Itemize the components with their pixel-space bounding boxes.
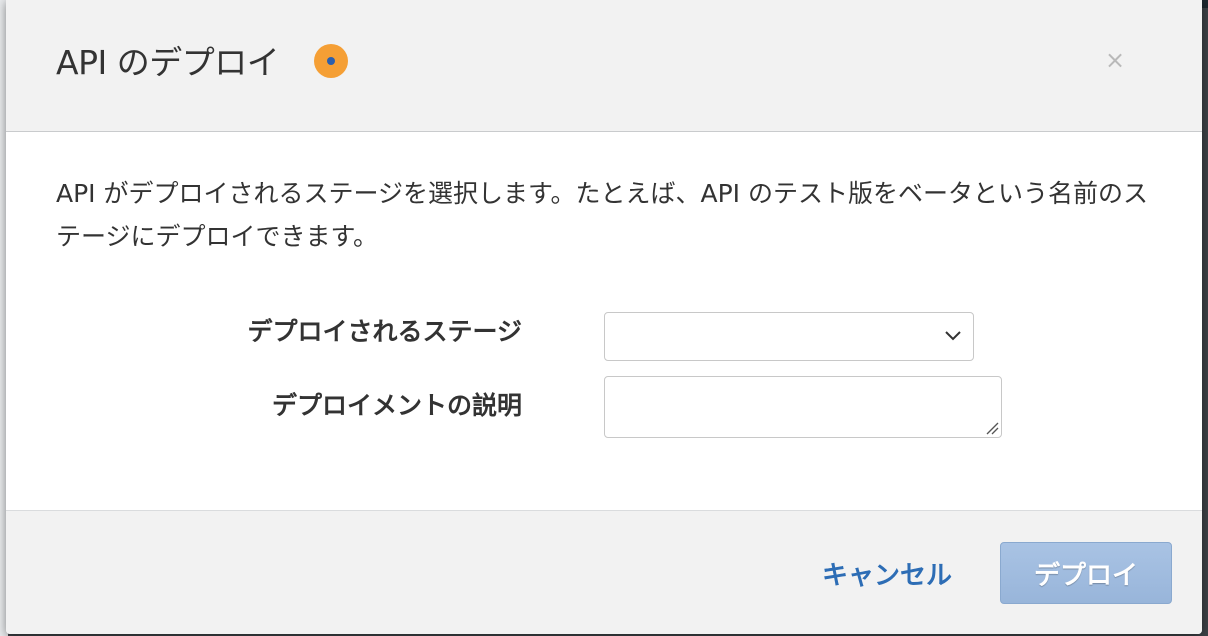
deployment-description-label: デプロイメントの説明: [271, 391, 522, 420]
deploy-api-modal: API のデプロイ × API がデプロイされるステージを選択します。たとえば、…: [6, 0, 1202, 634]
modal-header: API のデプロイ ×: [6, 0, 1202, 132]
chevron-down-icon: [945, 331, 961, 341]
resize-grip-icon[interactable]: [985, 421, 999, 435]
stage-select[interactable]: [604, 312, 974, 361]
info-icon[interactable]: [314, 44, 348, 78]
deployment-description-input[interactable]: [604, 376, 1002, 438]
modal-footer: キャンセル デプロイ: [6, 510, 1202, 634]
modal-title: API のデプロイ: [56, 43, 280, 82]
deploy-button[interactable]: デプロイ: [1000, 542, 1172, 604]
cancel-button[interactable]: キャンセル: [822, 555, 952, 592]
modal-description: API がデプロイされるステージを選択します。たとえば、API のテスト版をベー…: [56, 179, 1148, 251]
close-button[interactable]: ×: [1103, 46, 1127, 74]
stage-label: デプロイされるステージ: [247, 317, 522, 346]
